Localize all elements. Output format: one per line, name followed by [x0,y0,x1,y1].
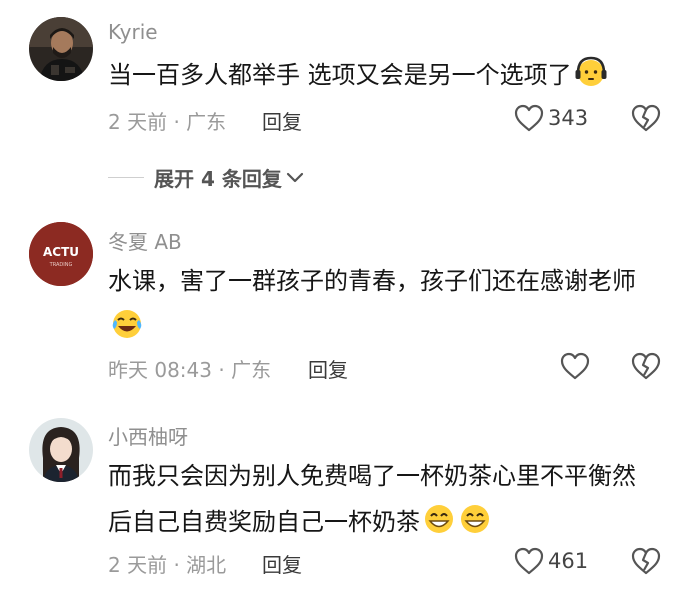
headphones-face-emoji [574,55,608,89]
comment-text-content: 而我只会因为别人免费喝了一杯奶茶心里不平衡然后自己自费奖励自己一杯奶茶 [108,462,636,536]
meta-separator: · [173,110,180,134]
expand-replies-label: 展开 4 条回复 [154,167,282,191]
dislike-button[interactable] [631,547,661,579]
avatar[interactable] [29,418,93,482]
grinning-emoji [458,502,492,536]
comment-location: 广东 [231,358,272,382]
heart-icon [514,547,544,575]
comment-location: 广东 [186,110,227,134]
username[interactable]: 小西柚呀 [108,421,188,450]
broken-heart-icon [631,547,661,575]
comment-text: 水课，害了一群孩子的青春，孩子们还在感谢老师 [108,258,656,350]
reply-button[interactable]: 回复 [262,106,302,135]
username[interactable]: Kyrie [108,20,158,44]
chevron-down-icon [286,172,303,182]
divider-line [108,177,144,178]
heart-icon [560,352,590,380]
comment-text: 当一百多人都举手 选项又会是另一个选项了 [108,52,656,98]
comment-meta: 昨天 08:43 · 广东 [108,354,271,383]
broken-heart-icon [631,352,661,380]
heart-icon [514,104,544,132]
username[interactable]: 冬夏 AB [108,226,182,255]
dislike-button[interactable] [631,104,661,136]
reply-button[interactable]: 回复 [308,354,348,383]
meta-separator: · [218,358,225,382]
grinning-emoji [422,502,456,536]
avatar[interactable] [29,17,93,81]
avatar-logo-text: ACTU [43,245,79,259]
meta-separator: · [173,553,180,577]
comment-time: 2 天前 [108,110,168,134]
comment-time: 2 天前 [108,553,168,577]
like-count: 343 [548,106,589,130]
broken-heart-icon [631,104,661,132]
like-count: 461 [548,549,589,573]
like-button[interactable]: 343 [514,104,588,132]
comment-text-content: 水课，害了一群孩子的青春，孩子们还在感谢老师 [108,267,636,295]
crying-laughing-emoji [110,307,144,341]
reply-button[interactable]: 回复 [262,549,302,578]
avatar[interactable]: ACTU TRADING [29,222,93,286]
dislike-button[interactable] [631,352,661,384]
comment-meta: 2 天前 · 湖北 [108,549,226,578]
like-button[interactable]: 461 [514,547,588,575]
comment-text: 而我只会因为别人免费喝了一杯奶茶心里不平衡然后自己自费奖励自己一杯奶茶 [108,453,656,545]
avatar-logo-subtext: TRADING [49,262,73,268]
expand-replies-button[interactable]: 展开 4 条回复 [108,163,304,192]
comment-location: 湖北 [186,553,227,577]
comment-time: 昨天 08:43 [108,358,212,382]
like-button[interactable] [560,352,594,380]
comment-text-content: 当一百多人都举手 选项又会是另一个选项了 [108,61,572,89]
comment-meta: 2 天前 · 广东 [108,106,226,135]
